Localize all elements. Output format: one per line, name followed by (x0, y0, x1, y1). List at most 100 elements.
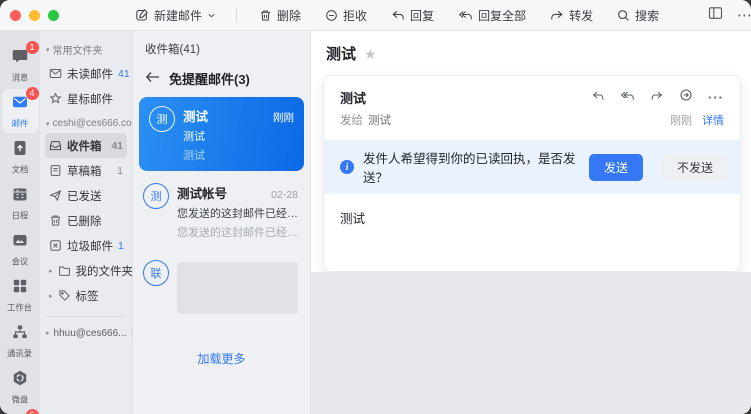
minimize-window-button[interactable] (29, 10, 40, 21)
avatar: 联 (143, 260, 169, 286)
sidebar-item-meeting[interactable]: 会议 (2, 227, 39, 271)
recipient-row: 发给 测试 刚刚 详情 (324, 110, 740, 140)
mail-item[interactable]: 测 测试帐号 02-28 您发送的这封邮件已经被打开。 您发送的这封邮件已经被打… (133, 171, 310, 248)
folder-unread[interactable]: 未读邮件 41 (45, 61, 127, 86)
minus-circle-icon (325, 9, 338, 22)
pane-background (311, 272, 751, 414)
sidebar-item-messages[interactable]: 1 消息 (2, 43, 39, 87)
folder-inbox[interactable]: 收件箱 41 (45, 133, 127, 158)
details-link[interactable]: 详情 (702, 112, 724, 128)
app-sidebar: 1 消息 4 邮件 文档 日程 会议 工作台 (0, 31, 40, 414)
compose-button[interactable]: 新建邮件 (135, 7, 216, 24)
load-more-link[interactable]: 加载更多 (133, 350, 310, 367)
reading-pane: 测试 ★ 测试 ··· 发给 测试 (311, 31, 751, 414)
compose-icon (135, 8, 149, 22)
mail-detail-card: 测试 ··· 发给 测试 刚刚 详情 (323, 75, 741, 272)
reject-button[interactable]: 拒收 (325, 7, 367, 24)
mail-body: 测试 (324, 194, 740, 271)
sidebar-item-drive[interactable]: 微盘 (2, 365, 39, 409)
reply-all-icon[interactable] (620, 89, 635, 107)
layout-toggle-button[interactable] (708, 6, 723, 25)
section-common-folders[interactable]: ▾ 常用文件夹 (45, 35, 127, 61)
send-receipt-button[interactable]: 发送 (589, 154, 643, 181)
folder-spam[interactable]: 垃圾邮件 1 (45, 233, 127, 258)
mail-app-window: 新建邮件 删除 拒收 回复 回复全部 转发 (0, 0, 751, 414)
messages-badge: 1 (26, 41, 39, 54)
reply-all-icon (458, 9, 473, 22)
meeting-icon (11, 231, 29, 254)
section-account[interactable]: ▾ ceshi@ces666.com (45, 111, 127, 133)
loading-skeleton (177, 262, 298, 314)
collapse-triangle-icon: ▾ (46, 46, 50, 54)
mail-detail-header: 测试 ★ (311, 31, 751, 74)
more-icon[interactable]: ··· (708, 90, 724, 105)
reply-all-button[interactable]: 回复全部 (458, 7, 526, 24)
dont-send-receipt-button[interactable]: 不发送 (662, 154, 728, 181)
forward-icon (550, 9, 564, 22)
star-icon (49, 92, 62, 105)
folder-drafts[interactable]: 草稿箱 1 (45, 158, 127, 183)
read-receipt-banner: i 发件人希望得到你的已读回执，是否发送？ 发送 不发送 (324, 140, 740, 194)
mail-item-title: 测试 (183, 106, 208, 125)
circle-arrow-icon[interactable] (679, 88, 693, 107)
doc-icon (11, 139, 29, 162)
more-actions-button[interactable]: ⋯ (737, 6, 751, 24)
folder-deleted[interactable]: 已删除 (45, 208, 127, 233)
delete-button[interactable]: 删除 (259, 7, 301, 24)
trash-icon (259, 9, 272, 22)
close-window-button[interactable] (10, 10, 21, 21)
toolbar-actions: 新建邮件 删除 拒收 回复 回复全部 转发 (135, 7, 683, 24)
sidebar-item-mail[interactable]: 4 邮件 (2, 89, 39, 133)
sidebar-item-calendar[interactable]: 日程 (2, 181, 39, 225)
mail-actions: ··· (591, 88, 724, 107)
main-content: 1 消息 4 邮件 文档 日程 会议 工作台 (0, 31, 751, 414)
reply-button[interactable]: 回复 (391, 7, 434, 24)
toolbar: 新建邮件 删除 拒收 回复 回复全部 转发 (0, 0, 751, 31)
chevron-down-icon (207, 11, 216, 20)
calendar-icon (11, 185, 29, 208)
search-button[interactable]: 搜索 (617, 7, 659, 24)
mail-item-time: 02-28 (271, 189, 298, 201)
folder-tags[interactable]: ▸ 标签 (45, 283, 127, 308)
sidebar-item-docs[interactable]: 文档 (2, 135, 39, 179)
sender-name: 测试 (340, 88, 366, 107)
mail-list-header: 收件箱(41) (133, 31, 310, 59)
avatar: 测 (143, 183, 169, 209)
mail-item-title: 测试帐号 (177, 183, 227, 202)
account-hhuu[interactable]: ▸ hhuu@ces666... hhuu (45, 319, 127, 347)
inbox-icon (49, 139, 62, 152)
folder-my-folders[interactable]: ▸ 我的文件夹 (45, 258, 127, 283)
expand-triangle-icon: ▸ (49, 292, 53, 300)
expand-triangle-icon: ▸ (46, 329, 50, 337)
company-badge: 6 (26, 409, 39, 414)
paper-plane-icon (49, 189, 62, 202)
collapse-triangle-icon: ▾ (46, 120, 50, 128)
mail-list-panel: 收件箱(41) 免提醒邮件(3) 测 测试 刚刚 测试 测试 测 (133, 31, 311, 414)
folder-starred[interactable]: 星标邮件 (45, 86, 127, 111)
search-icon (617, 9, 630, 22)
forward-button[interactable]: 转发 (550, 7, 593, 24)
receipt-question: 发件人希望得到你的已读回执，是否发送？ (363, 148, 580, 186)
divider (47, 316, 125, 317)
mail-item-loading[interactable]: 联 (133, 248, 310, 322)
folder-sent[interactable]: 已发送 (45, 183, 127, 208)
forward-icon[interactable] (650, 89, 664, 107)
avatar: 测 (149, 106, 175, 132)
folder-icon (58, 264, 71, 277)
mail-badge: 4 (26, 87, 39, 100)
reply-icon (391, 9, 405, 22)
drive-icon (11, 369, 29, 392)
to-label: 发给 (340, 112, 363, 128)
mail-item-time: 刚刚 (273, 110, 294, 125)
zoom-window-button[interactable] (48, 10, 59, 21)
sidebar-item-workbench[interactable]: 工作台 (2, 273, 39, 317)
mail-item-subject: 您发送的这封邮件已经被打开。 (177, 205, 298, 221)
folder-panel: ▾ 常用文件夹 未读邮件 41 星标邮件 ▾ ceshi@ces666.com … (40, 31, 133, 414)
reply-icon[interactable] (591, 89, 605, 107)
star-toggle-icon[interactable]: ★ (364, 47, 377, 61)
mail-item-selected[interactable]: 测 测试 刚刚 测试 测试 (139, 97, 304, 171)
sidebar-item-contacts[interactable]: 通讯录 (2, 319, 39, 363)
back-arrow-icon[interactable] (145, 71, 160, 86)
mail-time: 刚刚 (670, 112, 692, 128)
draft-icon (49, 164, 62, 177)
